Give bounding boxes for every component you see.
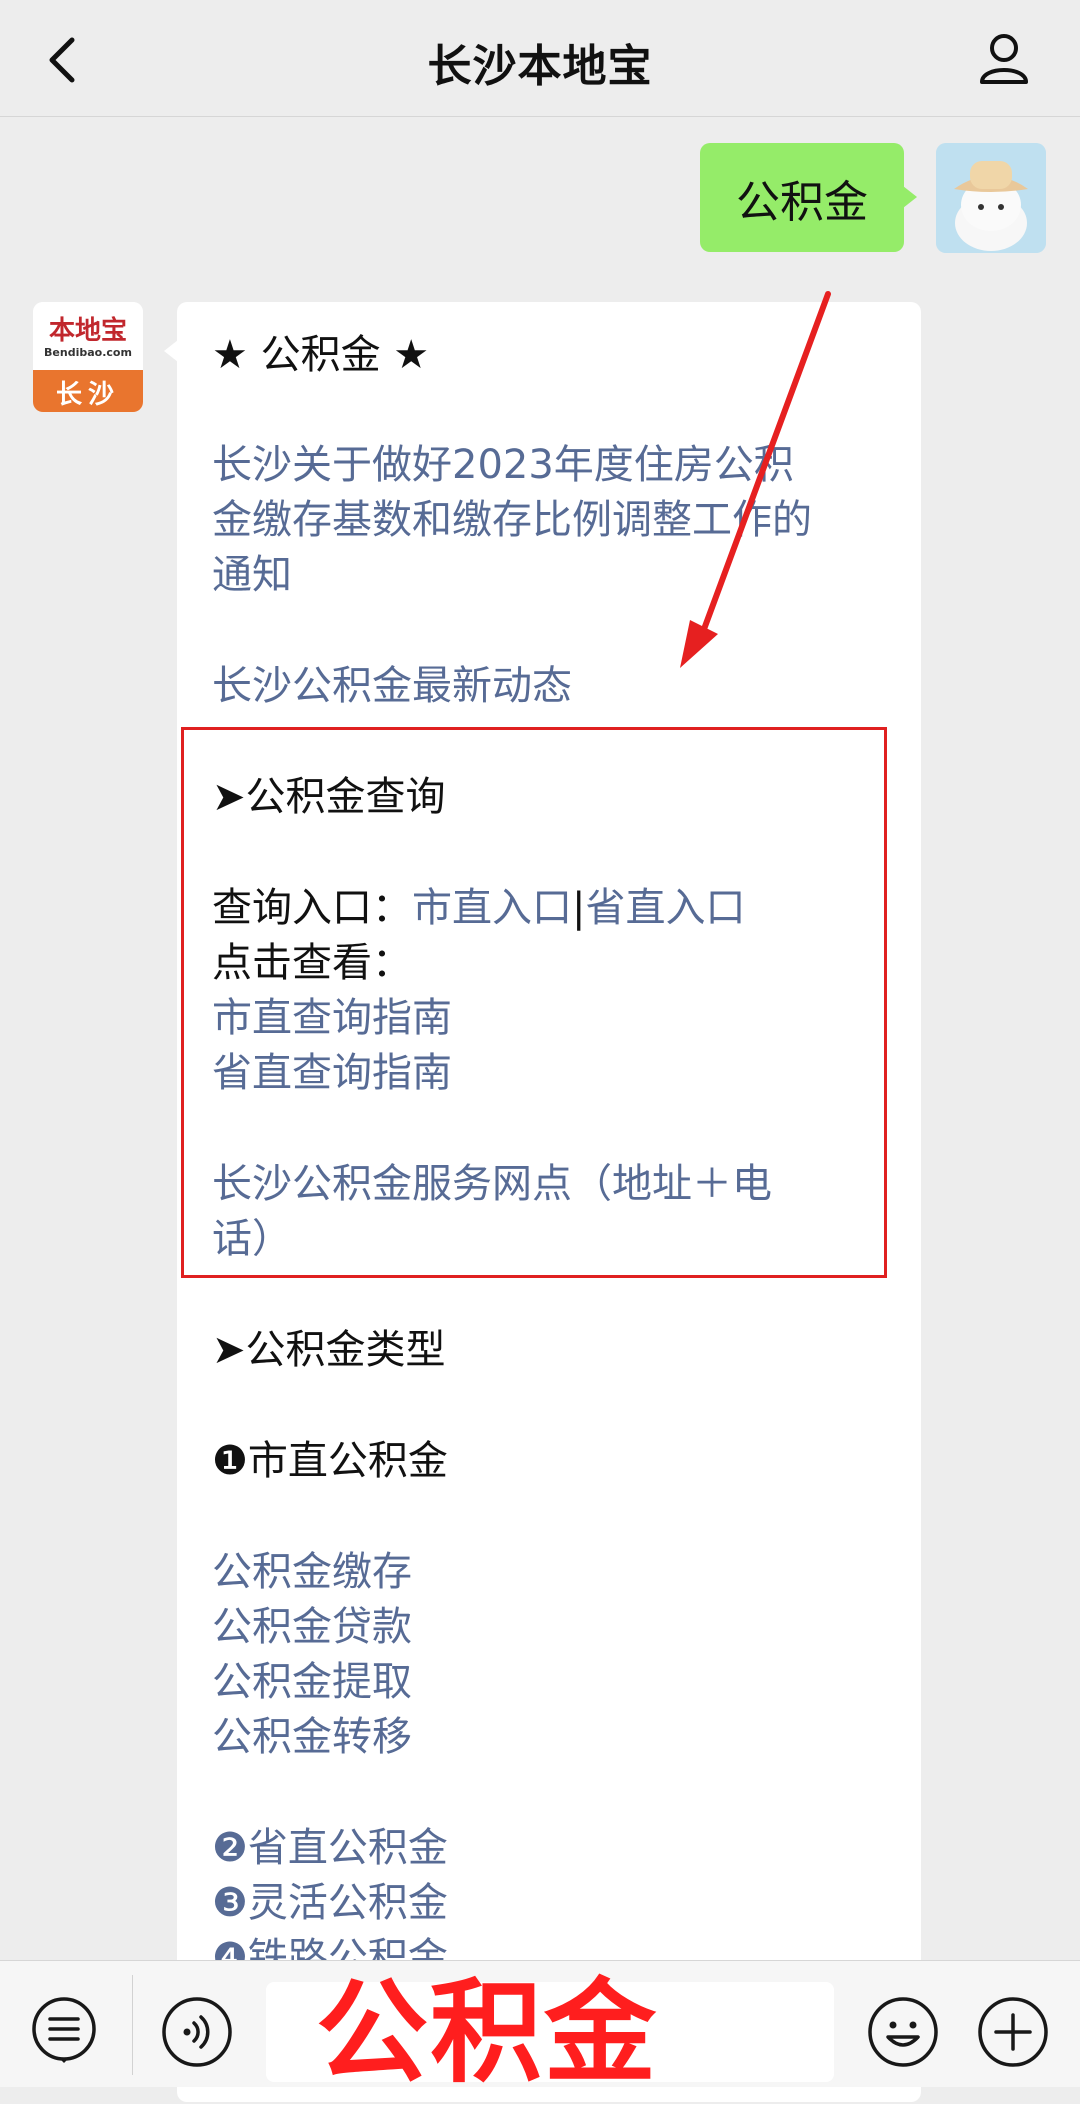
annotation-arrow (680, 291, 831, 668)
sent-message-text: 公积金 (736, 176, 868, 228)
voice-icon[interactable] (160, 1995, 234, 2069)
notice-link-line-3[interactable]: 通知 (212, 548, 292, 603)
plus-icon[interactable] (976, 1995, 1050, 2069)
deposit-link[interactable]: 公积金缴存 (212, 1545, 412, 1600)
user-avatar-image (936, 143, 1046, 253)
header-bar: 长沙本地宝 (0, 0, 1080, 117)
reply-bubble-tail (164, 340, 178, 362)
withdraw-link[interactable]: 公积金提取 (212, 1655, 412, 1710)
overlay-caption: 公积金 (316, 1968, 658, 2098)
province-guide-link[interactable]: 省直查询指南 (212, 1046, 452, 1101)
city-entry-link[interactable]: 市直入口 (412, 885, 572, 931)
query-entry-label: 查询入口： (212, 885, 412, 931)
logo-city: 长沙 (55, 380, 120, 410)
logo-text: 本地宝 (48, 316, 127, 346)
type1-heading: ❶市直公积金 (212, 1438, 448, 1484)
type2-link[interactable]: ❷省直公积金 (212, 1821, 448, 1876)
page-title: 长沙本地宝 (427, 41, 653, 92)
loan-link[interactable]: 公积金贷款 (212, 1600, 412, 1655)
input-bar-divider (132, 1975, 133, 2075)
sent-bubble-tail (903, 186, 917, 208)
official-account-avatar[interactable]: 本地宝 Bendibao.com 长沙 (33, 302, 143, 412)
latest-news-link[interactable]: 长沙公积金最新动态 (212, 659, 572, 714)
reply-title: ★ 公积金 ★ (212, 332, 430, 378)
sent-message-bubble[interactable]: 公积金 (700, 143, 904, 252)
menu-icon[interactable] (30, 1995, 98, 2063)
emoji-icon[interactable] (866, 1995, 940, 2069)
entry-separator: | (572, 885, 586, 931)
province-entry-link[interactable]: 省直入口 (585, 885, 745, 931)
click-view-label: 点击查看： (212, 940, 412, 986)
city-guide-link[interactable]: 市直查询指南 (212, 991, 452, 1046)
query-entry-row: 查询入口：市直入口|省直入口 (212, 881, 745, 936)
service-points-link-line-1[interactable]: 长沙公积金服务网点（地址＋电 (212, 1157, 772, 1212)
type3-link[interactable]: ❸灵活公积金 (212, 1876, 448, 1931)
query-heading: ➤公积金查询 (212, 774, 446, 820)
service-points-link-line-2[interactable]: 话） (212, 1212, 292, 1267)
logo-subtext: Bendibao.com (44, 346, 132, 359)
types-heading: ➤公积金类型 (212, 1327, 446, 1373)
profile-icon[interactable] (974, 28, 1034, 88)
user-avatar[interactable] (936, 143, 1046, 253)
transfer-link[interactable]: 公积金转移 (212, 1710, 412, 1765)
